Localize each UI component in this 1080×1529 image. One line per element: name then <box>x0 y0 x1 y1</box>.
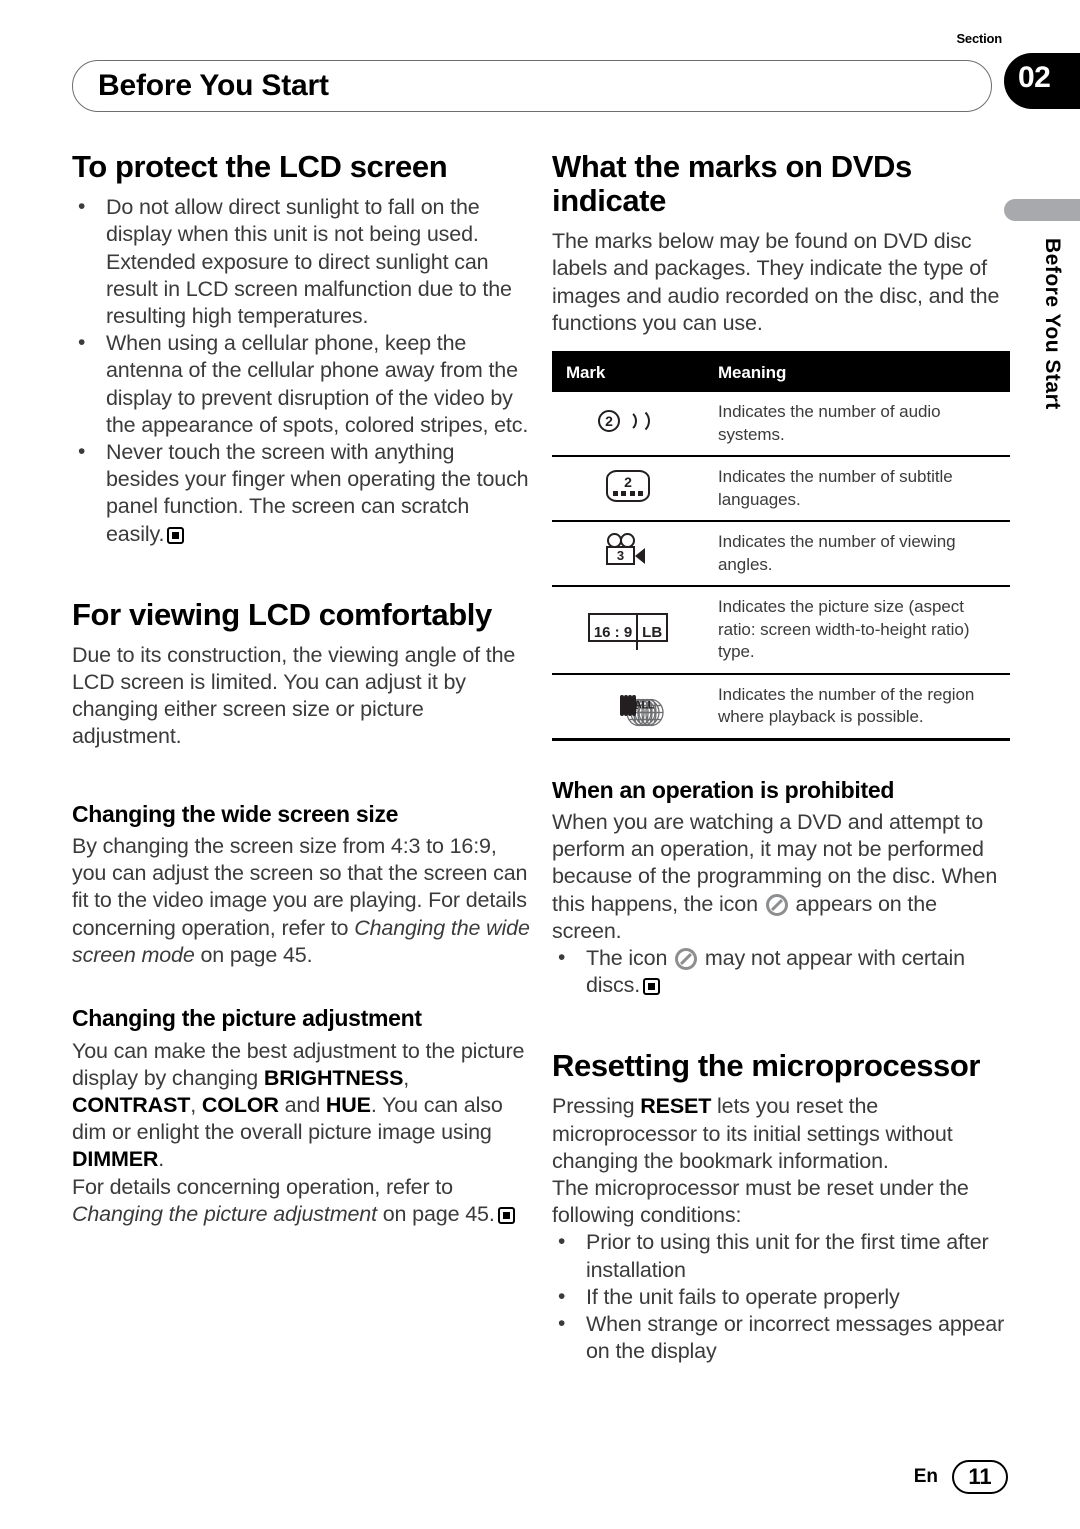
list-item: Do not allow direct sunlight to fall on … <box>72 193 532 330</box>
table-row: 2 3 <box>552 672 1010 739</box>
prohibited-icon <box>765 893 788 916</box>
para-text: and <box>278 1092 326 1117</box>
prohibited-bullet-list: The icon may not appear with certain dis… <box>552 944 1012 999</box>
language-code: En <box>913 1466 938 1487</box>
sound-wave-2 <box>624 408 650 434</box>
para-picture-adjustment: You can make the best adjustment to the … <box>72 1038 532 1174</box>
table-row: 16 : 9 LB Indicates the picture size (as… <box>552 585 1010 674</box>
list-item: When strange or incorrect messages appea… <box>552 1310 1012 1365</box>
page-title: Before You Start <box>98 69 329 102</box>
viewing-angles-count: 3 <box>606 546 635 565</box>
keyword-hue: HUE <box>325 1092 371 1117</box>
list-item: When using a cellular phone, keep the an… <box>72 329 532 439</box>
heading-dvd-marks: What the marks on DVDs indicate <box>552 149 912 219</box>
page-footer: En 11 <box>914 1460 1008 1494</box>
meaning-cell: Indicates the number of audio systems. <box>718 402 941 444</box>
subtitle-dots <box>613 491 643 496</box>
subtitle-languages-icon: 2 <box>606 470 650 502</box>
cross-reference-title: Changing the picture adjustment <box>72 1201 377 1226</box>
para-text: , <box>403 1065 410 1090</box>
keyword-reset: RESET <box>640 1094 712 1119</box>
list-item-text: When using a cellular phone, keep the an… <box>106 331 529 437</box>
para-picture-adjustment-ref: For details concerning operation, refer … <box>72 1174 532 1228</box>
subheading-wide-screen-size: Changing the wide screen size <box>72 800 399 827</box>
dvd-marks-table: Mark Meaning 2 Indicates the number of a… <box>552 351 1010 741</box>
table-header-mark: Mark <box>552 352 704 392</box>
mark-cell: 2 <box>552 455 704 521</box>
table-row: 2 Indicates the number of audio systems. <box>552 392 1010 456</box>
left-column: To protect the LCD screen Do not allow d… <box>72 149 532 1228</box>
list-item-text: Do not allow direct sunlight to fall on … <box>106 195 512 328</box>
list-item: Prior to using this unit for the first t… <box>552 1228 1012 1283</box>
para-text: Pressing <box>552 1094 641 1119</box>
para-viewing-lcd: Due to its construction, the viewing ang… <box>72 642 516 749</box>
heading-protect-lcd: To protect the LCD screen <box>72 149 448 184</box>
camera-lens <box>635 548 645 564</box>
aspect-ratio-icon: 16 : 9 LB <box>587 612 669 650</box>
keyword-contrast: CONTRAST <box>72 1092 191 1117</box>
para-reset-1: Pressing RESET lets you reset the microp… <box>552 1093 1012 1175</box>
page-number: 11 <box>952 1460 1008 1494</box>
table-row: 3 Indicates the number of viewing angles… <box>552 520 1010 586</box>
viewing-angles-icon: 3 <box>603 533 653 569</box>
keyword-brightness: BRIGHTNESS <box>263 1065 404 1090</box>
end-of-section-icon <box>643 978 661 996</box>
para-text: , <box>190 1092 202 1117</box>
list-item: If the unit fails to operate properly <box>552 1283 1012 1311</box>
meaning-cell: Indicates the number of subtitle languag… <box>704 455 1010 521</box>
heading-resetting-microprocessor: Resetting the microprocessor <box>552 1048 981 1084</box>
audio-systems-icon: 2 <box>598 406 658 436</box>
list-item: Never touch the screen with anything bes… <box>72 438 532 548</box>
meaning-cell: Indicates the picture size (aspect ratio… <box>704 585 1010 674</box>
para-operation-prohibited: When you are watching a DVD and attempt … <box>552 809 1012 945</box>
para-reset-2: The microprocessor must be reset under t… <box>552 1176 969 1228</box>
subtitle-count: 2 <box>624 474 632 490</box>
prohibited-icon <box>675 947 698 970</box>
end-of-section-icon <box>167 526 185 544</box>
end-of-section-icon <box>497 1206 515 1224</box>
para-wide-screen-size: By changing the screen size from 4:3 to … <box>72 833 532 969</box>
section-label: Section <box>956 31 1002 46</box>
para-text: For details concerning operation, refer … <box>72 1174 453 1199</box>
table-row: 2 Indicates the number of subtitle langu… <box>552 455 1010 521</box>
mark-cell: 2 <box>552 392 704 456</box>
page-header: Before You Start Section 02 <box>72 31 1080 116</box>
right-column: What the marks on DVDs indicate The mark… <box>552 149 1012 1365</box>
meaning-cell: Indicates the number of viewing angles. <box>704 520 1010 586</box>
table-header-row: Mark Meaning <box>552 352 1010 392</box>
mark-cell: 3 <box>552 520 704 586</box>
heading-viewing-lcd: For viewing LCD comfortably <box>72 596 492 632</box>
side-tab-label: Before You Start <box>1041 238 1064 410</box>
subheading-picture-adjustment: Changing the picture adjustment <box>72 1005 422 1032</box>
para-dvd-marks: The marks below may be found on DVD disc… <box>552 229 1000 335</box>
para-text: . <box>158 1147 165 1172</box>
subheading-operation-prohibited: When an operation is prohibited <box>552 776 895 803</box>
list-item: The icon may not appear with certain dis… <box>552 944 1012 999</box>
table-header-meaning: Meaning <box>704 352 1010 392</box>
region-globe-icon: ALL <box>632 695 664 727</box>
list-item-text: The icon <box>586 945 674 970</box>
meaning-cell: Indicates the number of the region where… <box>704 672 1010 739</box>
protect-lcd-bullet-list: Do not allow direct sunlight to fall on … <box>72 193 532 548</box>
reset-conditions-list: Prior to using this unit for the first t… <box>552 1228 1012 1365</box>
letterbox-value: LB <box>642 623 663 641</box>
keyword-color: COLOR <box>201 1092 279 1117</box>
region-code-icon: 2 3 <box>620 695 664 727</box>
mark-cell: 16 : 9 LB <box>552 585 704 674</box>
section-badge: 02 <box>1004 53 1080 109</box>
para-text-tail: on page 45. <box>194 942 313 967</box>
para-text-tail: on page 45. <box>376 1201 495 1226</box>
mark-cell: 2 3 <box>552 672 704 739</box>
section-number: 02 <box>1018 61 1051 94</box>
side-tab-marker <box>1004 199 1080 221</box>
keyword-dimmer: DIMMER <box>72 1147 159 1172</box>
aspect-ratio-value: 16 : 9 <box>589 614 639 650</box>
